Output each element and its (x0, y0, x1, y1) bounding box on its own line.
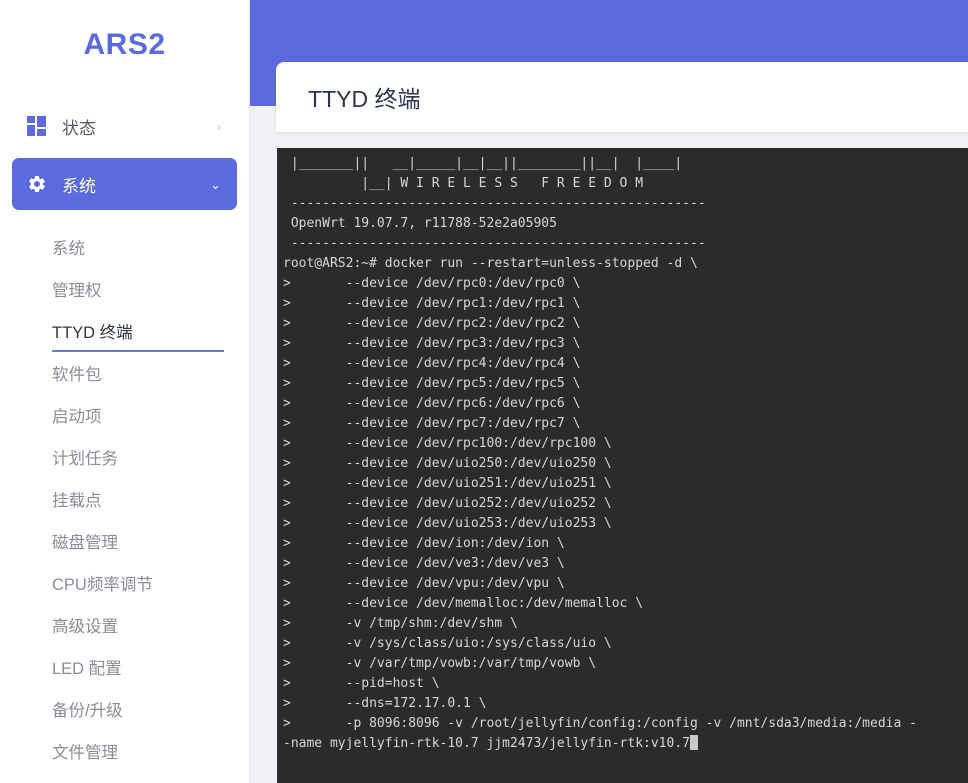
terminal-line: |__| W I R E L E S S F R E E D O M (283, 176, 644, 191)
sidebar-subitem-label: CPU频率调节 (52, 576, 153, 594)
terminal-line: > --device /dev/uio250:/dev/uio250 \ (283, 456, 612, 471)
brand-logo[interactable]: ARS2 (0, 0, 249, 86)
terminal-line: > --device /dev/ion:/dev/ion \ (283, 536, 565, 551)
sidebar-subitem-startup[interactable]: 启动项 (0, 394, 249, 436)
terminal-line: > --device /dev/rpc7:/dev/rpc7 \ (283, 416, 581, 431)
terminal-line: > --device /dev/rpc5:/dev/rpc5 \ (283, 376, 581, 391)
terminal-cursor (690, 735, 698, 750)
terminal-line: > --device /dev/rpc100:/dev/rpc100 \ (283, 436, 612, 451)
app-root: ARS2 状态 › 系统 ⌄ 系统 管理权 TTYD 终端 软件包 启动项 计划… (0, 0, 968, 783)
sidebar-subitem-scheduled-tasks[interactable]: 计划任务 (0, 436, 249, 478)
terminal-line: > --dns=172.17.0.1 \ (283, 696, 487, 711)
sidebar-subitem-system[interactable]: 系统 (0, 226, 249, 268)
sidebar-item-status[interactable]: 状态 › (12, 100, 237, 152)
terminal-line: > --device /dev/memalloc:/dev/memalloc \ (283, 596, 644, 611)
sidebar-subitem-cpu-frequency[interactable]: CPU频率调节 (0, 562, 249, 604)
terminal-line: |_______|| __|_____|__|__||________||__|… (283, 156, 683, 171)
sidebar: ARS2 状态 › 系统 ⌄ 系统 管理权 TTYD 终端 软件包 启动项 计划… (0, 0, 250, 783)
sidebar-submenu: 系统 管理权 TTYD 终端 软件包 启动项 计划任务 挂载点 磁盘管理 CPU… (0, 216, 249, 783)
sidebar-subitem-label: 系统 (52, 240, 85, 258)
terminal-line: > --device /dev/rpc2:/dev/rpc2 \ (283, 316, 581, 331)
sidebar-subitem-file-management[interactable]: 文件管理 (0, 730, 249, 772)
terminal-line: root@ARS2:~# docker run --restart=unless… (283, 256, 698, 271)
grid-icon (26, 115, 48, 137)
sidebar-subitem-label: 管理权 (52, 282, 102, 300)
terminal-line: -name myjellyfin-rtk-10.7 jjm2473/jellyf… (283, 734, 964, 754)
sidebar-subitem-label: 高级设置 (52, 618, 118, 636)
terminal-line: > --device /dev/rpc3:/dev/rpc3 \ (283, 336, 581, 351)
sidebar-item-system-label: 系统 (62, 176, 96, 196)
terminal-line: > --device /dev/rpc0:/dev/rpc0 \ (283, 276, 581, 291)
sidebar-subitem-label: TTYD 终端 (52, 324, 133, 342)
terminal-line: > -v /tmp/shm:/dev/shm \ (283, 616, 518, 631)
terminal-line: > --device /dev/ve3:/dev/ve3 \ (283, 556, 565, 571)
sidebar-subitem-label: 备份/升级 (52, 702, 123, 720)
terminal-line: > -v /var/tmp/vowb:/var/tmp/vowb \ (283, 656, 597, 671)
sidebar-subitem-label: 启动项 (52, 408, 102, 426)
terminal-line: > --device /dev/rpc6:/dev/rpc6 \ (283, 396, 581, 411)
terminal-line: > --device /dev/rpc1:/dev/rpc1 \ (283, 296, 581, 311)
sidebar-subitem-led-config[interactable]: LED 配置 (0, 646, 249, 688)
terminal-line: > -v /sys/class/uio:/sys/class/uio \ (283, 636, 612, 651)
terminal-line: > --device /dev/uio251:/dev/uio251 \ (283, 476, 612, 491)
terminal-line: > --device /dev/uio253:/dev/uio253 \ (283, 516, 612, 531)
ttyd-terminal[interactable]: |_______|| __|_____|__|__||________||__|… (277, 148, 968, 783)
page-title: TTYD 终端 (308, 86, 421, 112)
sidebar-item-status-label: 状态 (62, 118, 96, 138)
terminal-line: ----------------------------------------… (283, 196, 706, 211)
terminal-line: > -p 8096:8096 -v /root/jellyfin/config:… (283, 716, 917, 731)
sidebar-item-system[interactable]: 系统 ⌄ (12, 158, 237, 210)
sidebar-subitem-file-transfer[interactable]: 文件传输 (0, 772, 249, 783)
chevron-down-icon: ⌄ (210, 176, 221, 192)
chevron-right-icon: › (216, 118, 221, 134)
sidebar-subitem-label: LED 配置 (52, 660, 122, 678)
brand-name: ARS2 (83, 28, 166, 61)
terminal-line: > --pid=host \ (283, 676, 440, 691)
sidebar-subitem-label: 文件管理 (52, 744, 118, 762)
terminal-line: OpenWrt 19.07.7, r11788-52e2a05905 (283, 216, 557, 231)
terminal-line: > --device /dev/vpu:/dev/vpu \ (283, 576, 565, 591)
sidebar-subitem-disk-management[interactable]: 磁盘管理 (0, 520, 249, 562)
page-header-card: TTYD 终端 (276, 62, 968, 132)
terminal-output: |_______|| __|_____|__|__||________||__|… (277, 154, 968, 754)
sidebar-subitem-label: 软件包 (52, 366, 102, 384)
sidebar-subitem-advanced-settings[interactable]: 高级设置 (0, 604, 249, 646)
sidebar-subitem-admin[interactable]: 管理权 (0, 268, 249, 310)
sidebar-subitem-mount-points[interactable]: 挂载点 (0, 478, 249, 520)
sidebar-subitem-label: 磁盘管理 (52, 534, 118, 552)
terminal-line: > --device /dev/rpc4:/dev/rpc4 \ (283, 356, 581, 371)
gear-icon (26, 173, 48, 195)
terminal-line: > --device /dev/uio252:/dev/uio252 \ (283, 496, 612, 511)
sidebar-subitem-label: 挂载点 (52, 492, 102, 510)
sidebar-subitem-ttyd[interactable]: TTYD 终端 (0, 310, 249, 352)
terminal-line: ----------------------------------------… (283, 236, 706, 251)
sidebar-nav: 状态 › 系统 ⌄ 系统 管理权 TTYD 终端 软件包 启动项 计划任务 挂载… (0, 86, 249, 783)
sidebar-subitem-backup-upgrade[interactable]: 备份/升级 (0, 688, 249, 730)
sidebar-subitem-packages[interactable]: 软件包 (0, 352, 249, 394)
sidebar-subitem-label: 计划任务 (52, 450, 118, 468)
